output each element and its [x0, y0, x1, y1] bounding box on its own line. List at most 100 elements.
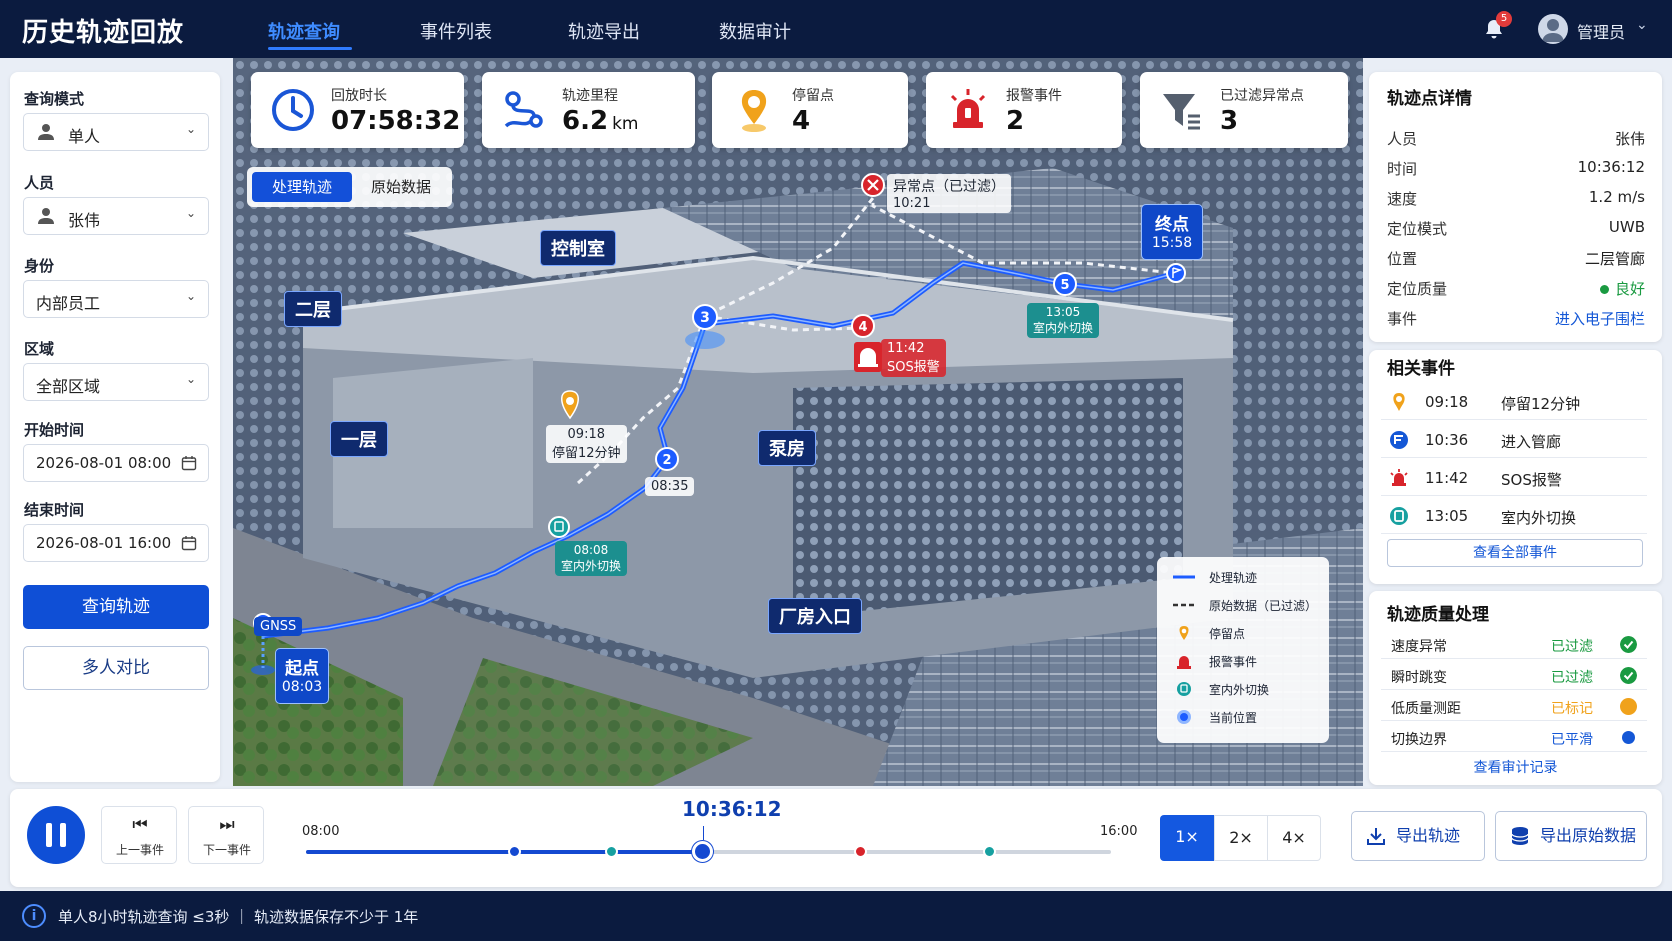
area-select[interactable]: 全部区域 ⌄ — [23, 363, 209, 401]
svg-text:2: 2 — [662, 453, 671, 468]
switch-icon — [1390, 507, 1408, 525]
speed-2x-button[interactable]: 2× — [1214, 815, 1268, 861]
start-time: 08:03 — [281, 679, 323, 695]
event-row[interactable]: 13:05 室内外切换 — [1381, 498, 1647, 534]
event-time: 11:42 — [1425, 469, 1469, 487]
person-icon — [38, 208, 54, 224]
start-time-value: 2026-08-01 08:00 — [36, 454, 172, 472]
start-time-input[interactable]: 2026-08-01 08:00 — [23, 444, 209, 482]
event-time: 10:36 — [1425, 431, 1469, 449]
speed-1x-button[interactable]: 1× — [1160, 815, 1214, 861]
timeline-needle — [703, 826, 705, 840]
start-title: 起点 — [285, 659, 319, 679]
view-all-events-button[interactable]: 查看全部事件 — [1387, 539, 1643, 567]
detail-value: UWB — [1608, 218, 1645, 236]
timeline-event-marker[interactable] — [604, 845, 618, 858]
stay-tag: 09:18 停留12分钟 — [546, 425, 627, 463]
detail-value: 张伟 — [1614, 130, 1645, 148]
mode-select[interactable]: 单人 ⌄ — [23, 113, 209, 151]
multi-compare-button[interactable]: 多人对比 — [23, 646, 209, 690]
stat-stay-value: 4 — [792, 106, 811, 136]
anomaly-marker[interactable] — [861, 173, 885, 197]
end-time: 15:58 — [1151, 235, 1193, 251]
stat-mileage-unit: km — [612, 114, 639, 134]
track-node-4-alarm[interactable]: 4 — [851, 314, 875, 338]
quality-status: 已过滤 — [1551, 670, 1593, 686]
quality-item: 速度异常 — [1391, 639, 1447, 655]
stat-stay-points: 停留点 4 — [712, 72, 908, 148]
legend-stay-label: 停留点 — [1209, 627, 1246, 641]
tab-track-export[interactable]: 轨迹导出 — [568, 18, 640, 44]
processed-track-option[interactable]: 处理轨迹 — [252, 172, 352, 202]
check-circle-icon — [1620, 636, 1637, 653]
timeline-event-marker[interactable] — [508, 845, 522, 858]
chevron-down-icon[interactable]: ⌄ — [1636, 17, 1648, 33]
gnss-tag: GNSS — [254, 617, 303, 636]
label-pump-room: 泵房 — [758, 430, 816, 466]
timeline-playhead[interactable] — [692, 841, 714, 862]
track-node-5[interactable]: 5 — [1053, 272, 1077, 296]
mode-label: 查询模式 — [24, 90, 85, 108]
start-card: 起点 08:03 — [275, 648, 329, 704]
switch-marker-1[interactable] — [548, 516, 570, 538]
legend-current-label: 当前位置 — [1209, 711, 1258, 725]
chevron-down-icon: ⌄ — [185, 289, 196, 303]
skip-forward-icon: ⏭ — [219, 815, 235, 835]
speed-4x-button[interactable]: 4× — [1267, 815, 1321, 861]
tab-data-audit[interactable]: 数据审计 — [719, 18, 791, 44]
timeline-event-marker[interactable] — [854, 845, 868, 858]
tab-track-query[interactable]: 轨迹查询 — [268, 18, 340, 44]
stat-alarm-value: 2 — [1006, 106, 1025, 136]
quality-item: 瞬时跳变 — [1391, 670, 1447, 686]
stat-mileage-number: 6.2 — [562, 106, 609, 136]
switch2-tag: 13:05 室内外切换 — [1027, 303, 1100, 338]
calendar-icon[interactable] — [181, 535, 197, 551]
chevron-down-icon: ⌄ — [185, 206, 196, 220]
end-marker[interactable] — [1166, 263, 1186, 283]
pause-button[interactable] — [27, 806, 85, 864]
event-desc: 室内外切换 — [1501, 509, 1577, 527]
identity-value: 内部员工 — [36, 294, 101, 313]
query-track-button[interactable]: 查询轨迹 — [23, 585, 209, 629]
stat-alarms: 报警事件 2 — [926, 72, 1122, 148]
track-node-2[interactable]: 2 — [655, 447, 679, 471]
event-desc: 停留12分钟 — [1501, 395, 1581, 413]
event-row[interactable]: 11:42 SOS报警 — [1381, 460, 1647, 496]
end-time-input[interactable]: 2026-08-01 16:00 — [23, 524, 209, 562]
events-title: 相关事件 — [1387, 359, 1455, 379]
track-point-detail-panel: 轨迹点详情 人员 张伟 时间 10:36:12 速度 1.2 m/s 定位模式 UWB … — [1369, 72, 1662, 342]
event-row[interactable]: 10:36 进入管廊 — [1381, 422, 1647, 458]
start-time-label: 开始时间 — [24, 421, 85, 439]
identity-select[interactable]: 内部员工 ⌄ — [23, 280, 209, 318]
check-circle-icon — [1620, 667, 1637, 684]
timeline-event-marker[interactable] — [983, 845, 997, 858]
calendar-icon[interactable] — [181, 455, 197, 471]
detail-key: 定位模式 — [1387, 220, 1448, 238]
raw-data-option[interactable]: 原始数据 — [355, 172, 447, 202]
chevron-down-icon: ⌄ — [185, 372, 196, 386]
export-track-button[interactable]: 导出轨迹 — [1351, 811, 1485, 861]
detail-event-link[interactable]: 进入电子围栏 — [1555, 308, 1645, 329]
timeline-slider[interactable] — [306, 826, 1111, 862]
quality-item: 切换边界 — [1391, 732, 1447, 748]
tab-event-list[interactable]: 事件列表 — [420, 18, 492, 44]
next-event-button[interactable]: ⏭ 下一事件 — [188, 806, 264, 864]
person-icon — [38, 124, 54, 140]
info-dot-icon — [1622, 731, 1635, 744]
pin-icon — [1393, 393, 1405, 411]
area-value: 全部区域 — [36, 377, 101, 396]
prev-event-button[interactable]: ⏮ 上一事件 — [101, 806, 177, 864]
route-icon — [504, 91, 543, 128]
legend-raw-label: 原始数据（已过滤） — [1209, 599, 1318, 613]
end-time-label: 结束时间 — [24, 501, 85, 519]
event-row[interactable]: 09:18 停留12分钟 — [1381, 384, 1647, 420]
person-select[interactable]: 张伟 ⌄ — [23, 197, 209, 235]
timeline-start: 08:00 — [302, 824, 340, 839]
label-floor1: 一层 — [330, 421, 388, 457]
related-events-panel: 相关事件 09:18 停留12分钟 10:36 进入管廊 11:42 SOS报警… — [1369, 350, 1662, 584]
view-audit-link[interactable]: 查看审计记录 — [1369, 757, 1662, 777]
user-name[interactable]: 管理员 — [1577, 19, 1625, 43]
sos-time: 11:42 — [887, 341, 925, 356]
avatar[interactable] — [1538, 14, 1568, 44]
export-raw-button[interactable]: 导出原始数据 — [1495, 811, 1647, 861]
